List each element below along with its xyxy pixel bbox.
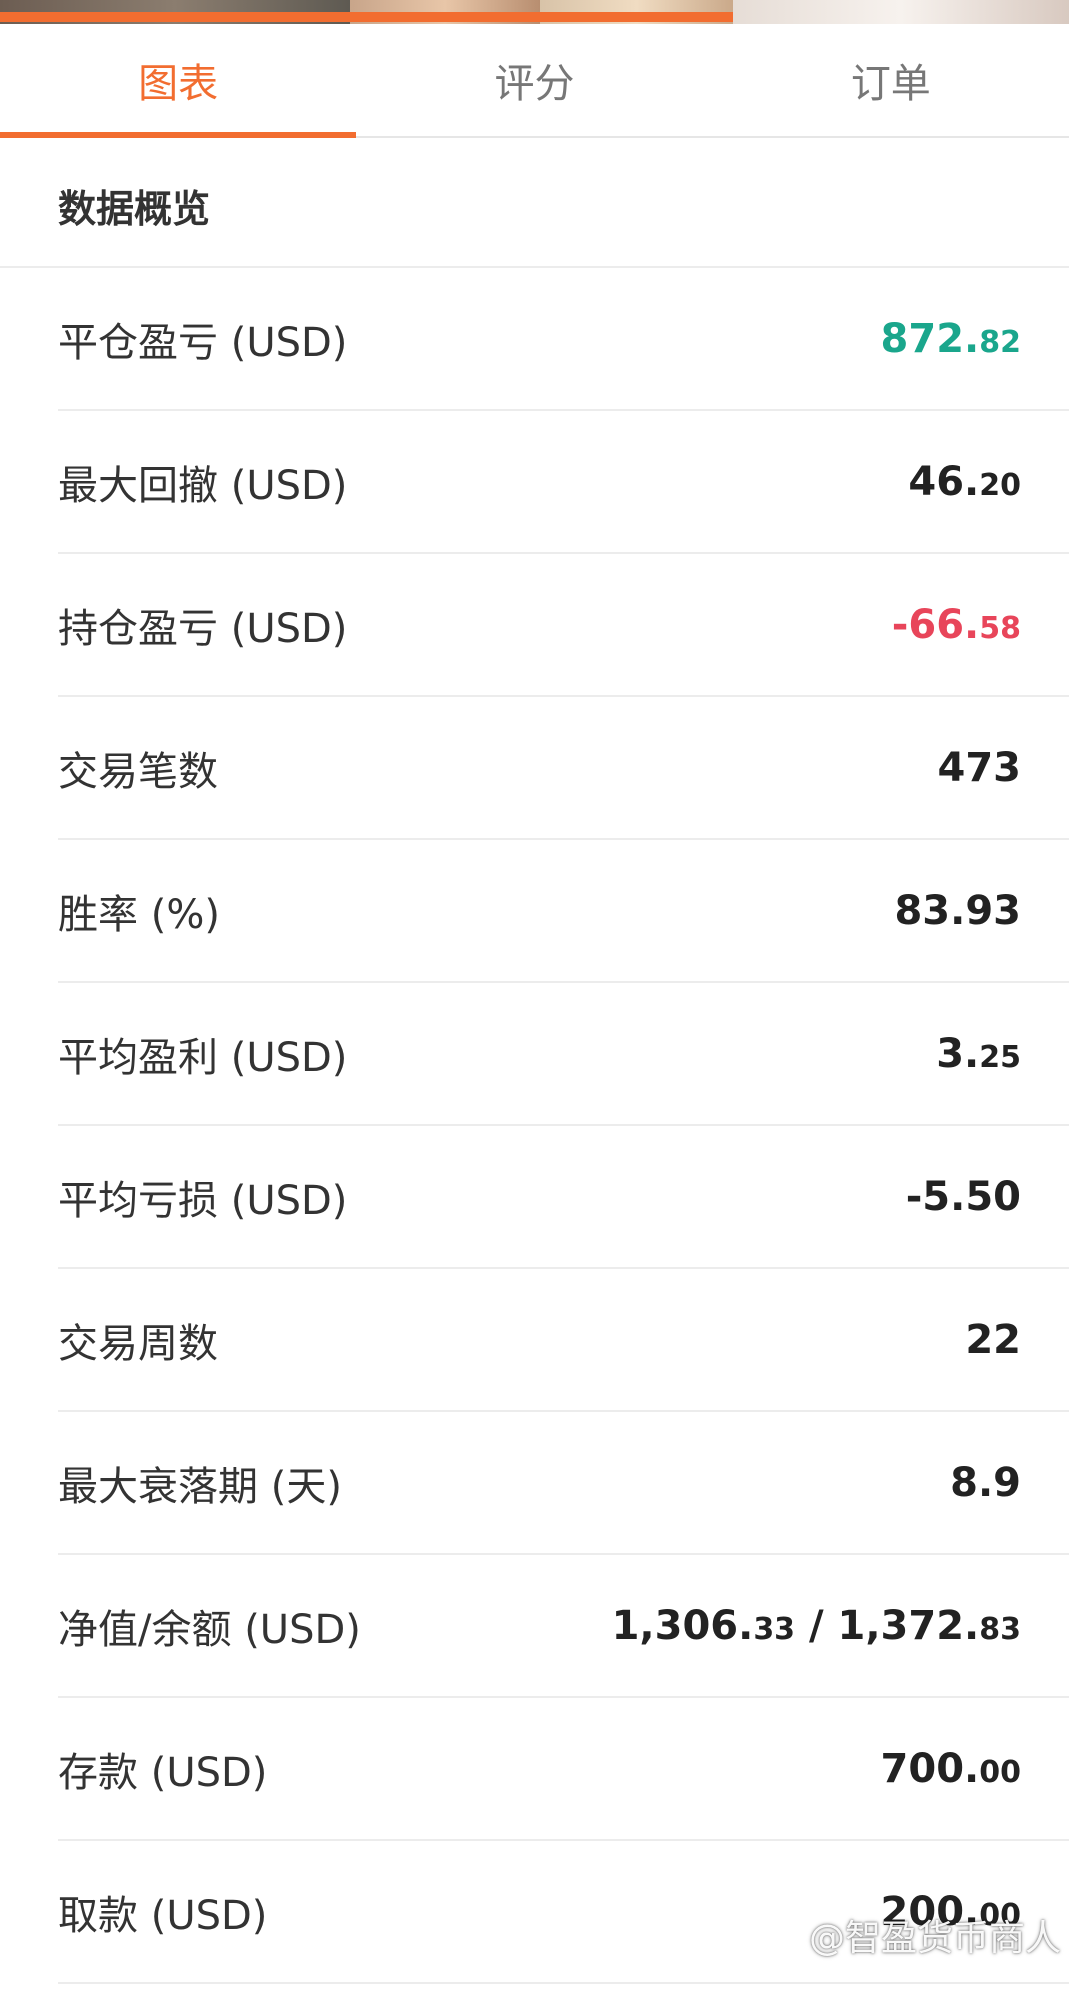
- stat-row-closed-pnl: 平仓盈亏 (USD) 872.82: [58, 268, 1069, 411]
- watermark-text: @智盈货币商人: [808, 1918, 1061, 1959]
- stat-label: 最大回撤 (USD): [58, 462, 348, 509]
- stat-label: 最大衰落期 (天): [58, 1463, 342, 1510]
- stat-row-avg-loss: 平均亏损 (USD) -5.50: [58, 1126, 1069, 1269]
- stat-value: 700.00: [880, 1745, 1021, 1792]
- tab-label: 评分: [494, 61, 575, 107]
- section-title: 数据概览: [58, 187, 211, 231]
- stat-label: 取款 (USD): [58, 1892, 268, 1939]
- stat-value: 22: [965, 1316, 1021, 1363]
- stat-row-open-pnl: 持仓盈亏 (USD) -66.58: [58, 554, 1069, 697]
- stat-value: 3.25: [936, 1030, 1021, 1077]
- stat-label: 胜率 (%): [58, 891, 220, 938]
- snowball-logo-icon: [769, 1919, 801, 1951]
- stat-value: 83.93: [894, 887, 1021, 934]
- stat-label: 存款 (USD): [58, 1749, 268, 1796]
- stat-value: 872.82: [880, 315, 1021, 362]
- tab-rating[interactable]: 评分: [356, 24, 712, 136]
- watermark: @智盈货币商人: [767, 1909, 1061, 1961]
- stat-row-deposit: 存款 (USD) 700.00: [58, 1698, 1069, 1841]
- stat-row-equity-balance: 净值/余额 (USD) 1,306.33 / 1,372.83: [58, 1555, 1069, 1698]
- stat-label: 交易周数: [58, 1320, 218, 1367]
- stat-row-win-rate: 胜率 (%) 83.93: [58, 840, 1069, 983]
- stat-label: 平均盈利 (USD): [58, 1034, 348, 1081]
- stat-value: -66.58: [891, 601, 1021, 648]
- tab-orders[interactable]: 订单: [713, 24, 1069, 136]
- stat-label: 平仓盈亏 (USD): [58, 319, 348, 366]
- stat-row-trade-count: 交易笔数 473: [58, 697, 1069, 840]
- stat-row-max-decline-period: 最大衰落期 (天) 8.9: [58, 1412, 1069, 1555]
- tab-chart[interactable]: 图表: [0, 24, 357, 138]
- tab-label: 图表: [138, 61, 219, 107]
- stat-value: 1,306.33 / 1,372.83: [611, 1602, 1021, 1649]
- stat-label: 净值/余额 (USD): [58, 1606, 361, 1653]
- stat-label: 持仓盈亏 (USD): [58, 605, 348, 652]
- stat-value: 473: [937, 744, 1022, 791]
- stat-row-max-drawdown: 最大回撤 (USD) 46.20: [58, 411, 1069, 554]
- stat-value: 46.20: [908, 458, 1021, 505]
- stat-value: 8.9: [950, 1459, 1021, 1506]
- tab-label: 订单: [850, 61, 931, 107]
- stat-row-avg-profit: 平均盈利 (USD) 3.25: [58, 983, 1069, 1126]
- stat-row-trading-weeks: 交易周数 22: [58, 1269, 1069, 1412]
- stat-label: 平均亏损 (USD): [58, 1177, 348, 1224]
- top-progress-bar: [0, 12, 733, 22]
- stats-list: 平仓盈亏 (USD) 872.82 最大回撤 (USD) 46.20 持仓盈亏 …: [0, 268, 1069, 1984]
- stat-value: -5.50: [905, 1173, 1021, 1220]
- tab-bar: 图表 评分 订单: [0, 24, 1069, 138]
- stat-label: 交易笔数: [58, 748, 218, 795]
- thumbnail-image: [733, 0, 1069, 24]
